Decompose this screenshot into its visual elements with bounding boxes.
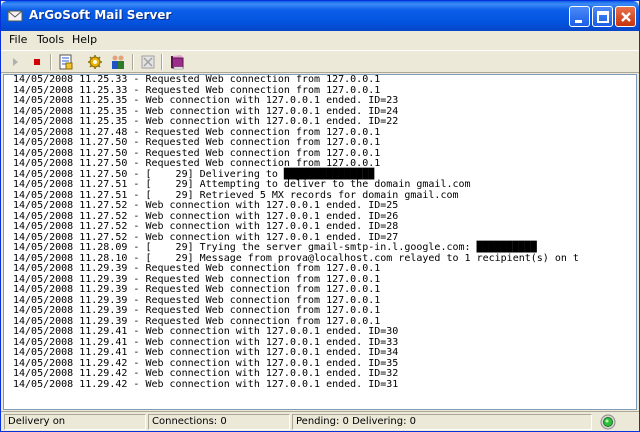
menu-help[interactable]: Help bbox=[72, 33, 97, 46]
app-window: ArGoSoft Mail Server File Tools Help 14/… bbox=[0, 0, 640, 432]
toolbar-separator bbox=[132, 54, 134, 70]
close-button[interactable] bbox=[615, 6, 636, 27]
log-line: 14/05/2008 11.29.42 - Web connection wit… bbox=[13, 368, 399, 379]
log-line: 14/05/2008 11.29.39 - Requested Web conn… bbox=[13, 305, 381, 316]
close-icon bbox=[621, 12, 631, 22]
play-icon[interactable] bbox=[7, 53, 25, 71]
maximize-icon bbox=[597, 11, 609, 23]
users-icon[interactable] bbox=[109, 53, 127, 71]
menu-bar: File Tools Help bbox=[1, 31, 639, 50]
log-view[interactable]: 14/05/2008 11.25.33 - Requested Web conn… bbox=[3, 74, 637, 410]
minimize-button[interactable] bbox=[569, 6, 590, 27]
log-lines: 14/05/2008 11.25.33 - Requested Web conn… bbox=[13, 75, 579, 390]
settings-gear-icon[interactable] bbox=[86, 53, 104, 71]
options-icon[interactable] bbox=[57, 53, 75, 71]
status-pending-delivering: Pending: 0 Delivering: 0 bbox=[292, 414, 592, 430]
log-line: 14/05/2008 11.29.39 - Requested Web conn… bbox=[13, 263, 381, 274]
log-line: 14/05/2008 11.29.41 - Web connection wit… bbox=[13, 326, 399, 337]
menu-file[interactable]: File bbox=[9, 33, 27, 46]
menu-tools[interactable]: Tools bbox=[37, 33, 64, 46]
maximize-button[interactable] bbox=[592, 6, 613, 27]
log-line: 14/05/2008 11.27.51 - [ 29] Attempting t… bbox=[13, 179, 471, 190]
log-line: 14/05/2008 11.28.09 - [ 29] Trying the s… bbox=[13, 242, 537, 253]
log-line: 14/05/2008 11.27.52 - Web connection wit… bbox=[13, 221, 399, 232]
disabled-icon[interactable] bbox=[139, 53, 157, 71]
log-line: 14/05/2008 11.27.50 - Requested Web conn… bbox=[13, 137, 381, 148]
minimize-icon bbox=[575, 20, 582, 23]
toolbar bbox=[1, 50, 639, 73]
toolbar-separator bbox=[50, 54, 52, 70]
app-icon bbox=[7, 10, 23, 22]
status-delivery: Delivery on bbox=[4, 414, 146, 430]
window-title: ArGoSoft Mail Server bbox=[29, 8, 172, 22]
toolbar-separator bbox=[161, 54, 163, 70]
status-bar: Delivery on Connections: 0 Pending: 0 De… bbox=[1, 411, 639, 431]
help-book-icon[interactable] bbox=[168, 53, 186, 71]
log-line: 14/05/2008 11.25.35 - Web connection wit… bbox=[13, 116, 399, 127]
log-line: 14/05/2008 11.25.35 - Web connection wit… bbox=[13, 95, 399, 106]
log-line: 14/05/2008 11.27.50 - Requested Web conn… bbox=[13, 158, 381, 169]
log-line: 14/05/2008 11.29.41 - Web connection wit… bbox=[13, 347, 399, 358]
stop-icon[interactable] bbox=[28, 53, 46, 71]
status-light-icon[interactable] bbox=[599, 413, 617, 431]
log-line: 14/05/2008 11.29.42 - Web connection wit… bbox=[13, 378, 399, 390]
status-connections: Connections: 0 bbox=[148, 414, 290, 430]
log-line: 14/05/2008 11.29.39 - Requested Web conn… bbox=[13, 284, 381, 295]
log-line: 14/05/2008 11.27.52 - Web connection wit… bbox=[13, 200, 399, 211]
title-bar[interactable]: ArGoSoft Mail Server bbox=[1, 1, 639, 31]
log-line: 14/05/2008 11.25.33 - Requested Web conn… bbox=[13, 74, 381, 85]
